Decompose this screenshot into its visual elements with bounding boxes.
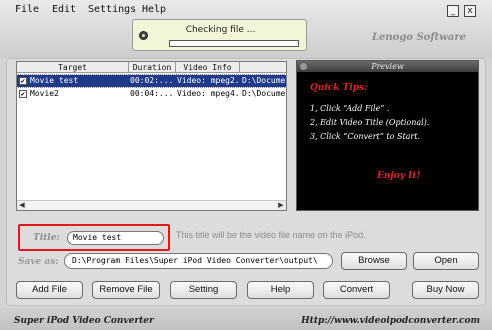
title-label: Title: <box>33 233 60 243</box>
scroll-left-icon[interactable]: ◀ <box>17 201 27 210</box>
row-video-info: Video: mpeg4... <box>177 89 239 98</box>
status-panel: Checking file ... <box>132 19 307 51</box>
list-item[interactable]: ✔ Movie test 00:02:... Video: mpeg2... D… <box>16 74 287 88</box>
title-hint: This title will be the video file name o… <box>176 230 366 240</box>
row-checkbox[interactable]: ✔ <box>19 77 27 85</box>
scroll-right-icon[interactable]: ▶ <box>276 201 286 210</box>
row-target: Movie test <box>30 76 79 85</box>
title-input[interactable]: Movie test <box>67 231 164 245</box>
row-video-info: Video: mpeg2... <box>177 76 239 85</box>
minimize-icon: _ <box>450 6 456 16</box>
horizontal-scrollbar[interactable]: ◀ ▶ <box>17 200 286 210</box>
browse-button[interactable]: Browse <box>341 252 407 270</box>
tips-heading: Quick Tips: <box>310 83 368 93</box>
row-checkbox[interactable]: ✔ <box>19 90 27 98</box>
add-file-button[interactable]: Add File <box>16 281 83 299</box>
save-path-input[interactable]: D:\Program Files\Super iPod Video Conver… <box>64 253 333 269</box>
footer-app-name: Super iPod Video Converter <box>14 316 154 326</box>
menu-help[interactable]: Help <box>142 4 166 15</box>
menu-settings[interactable]: Settings <box>88 4 136 15</box>
brand-label: Lenogo Software <box>371 32 466 43</box>
row-path: D:\Docume <box>242 89 286 98</box>
status-text: Checking file ... <box>185 25 256 35</box>
row-target: Movie2 <box>30 89 59 98</box>
check-icon: ✔ <box>20 90 26 98</box>
column-header-duration[interactable]: Duration <box>129 62 176 73</box>
preview-titlebar: Preview <box>297 61 478 72</box>
tip-item: 2, Edit Video Title (Optional). <box>310 118 430 127</box>
help-button[interactable]: Help <box>247 281 314 299</box>
menu-edit[interactable]: Edit <box>52 4 76 15</box>
row-path: D:\Docume <box>242 76 286 85</box>
disc-icon <box>139 31 148 40</box>
column-header-video-info[interactable]: Video Info <box>176 62 240 73</box>
preview-title: Preview <box>371 62 404 71</box>
column-header-path[interactable] <box>240 62 286 73</box>
main-panel: Target Duration Video Info ✔ Movie test … <box>6 58 486 306</box>
file-list[interactable]: Target Duration Video Info ✔ Movie test … <box>16 61 287 211</box>
save-as-label: Save as: <box>18 257 59 267</box>
footer-bar: Super iPod Video Converter Http://www.vi… <box>0 308 492 330</box>
setting-button[interactable]: Setting <box>170 281 237 299</box>
check-icon: ✔ <box>20 77 26 85</box>
minimize-button[interactable]: _ <box>447 5 459 17</box>
title-field-group: Title: Movie test <box>18 224 170 251</box>
file-list-header: Target Duration Video Info <box>17 62 286 73</box>
row-duration: 00:04:... <box>130 89 174 98</box>
progress-bar <box>169 40 299 47</box>
row-duration: 00:02:... <box>130 76 174 85</box>
buy-now-button[interactable]: Buy Now <box>412 281 479 299</box>
tip-item: 1, Click “Add File” . <box>310 104 390 113</box>
preview-panel: Preview Quick Tips: 1, Click “Add File” … <box>296 60 479 211</box>
list-item[interactable]: ✔ Movie2 00:04:... Video: mpeg4... D:\Do… <box>17 88 286 100</box>
close-button[interactable]: x <box>464 5 476 17</box>
footer-url-link[interactable]: Http://www.videoipodconverter.com <box>301 316 480 326</box>
column-header-target[interactable]: Target <box>17 62 129 73</box>
enjoy-text: Enjoy It! <box>377 171 421 181</box>
tip-item: 3, Click “Convert” to Start. <box>310 132 421 141</box>
app-window: File Edit Settings Help _ x Checking fil… <box>0 0 492 330</box>
menu-file[interactable]: File <box>15 4 39 15</box>
header-bar: File Edit Settings Help _ x Checking fil… <box>0 0 492 58</box>
open-button[interactable]: Open <box>413 252 479 270</box>
convert-button[interactable]: Convert <box>323 281 390 299</box>
remove-file-button[interactable]: Remove File <box>92 281 160 299</box>
close-icon: x <box>467 6 473 16</box>
